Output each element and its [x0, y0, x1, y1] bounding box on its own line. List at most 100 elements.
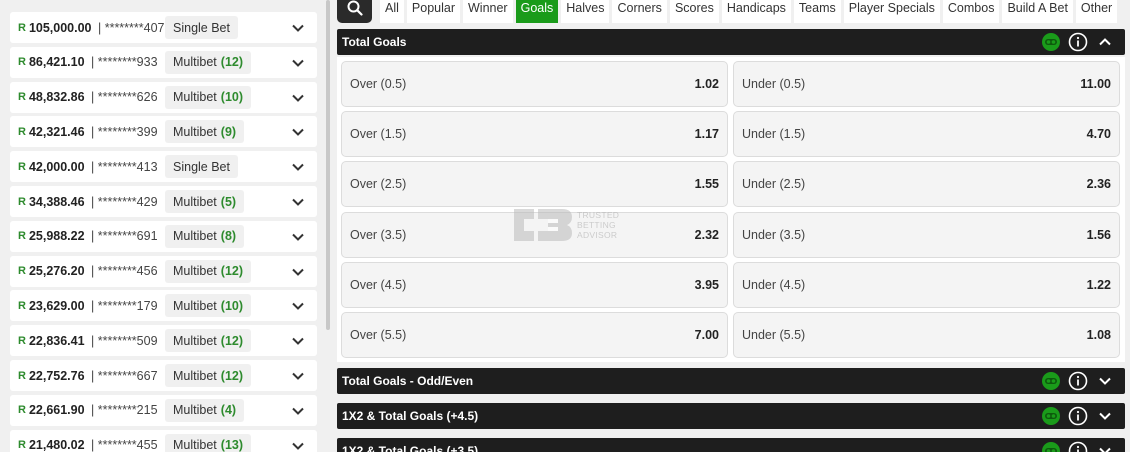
bet-leg-count: (10) — [220, 298, 244, 313]
chevron-down-icon[interactable] — [1095, 441, 1115, 452]
tab-goals[interactable]: Goals — [515, 0, 559, 23]
bet-row[interactable]: R 25,276.20 | ********456 Multibet (12) — [10, 255, 317, 287]
market-header-total-goals[interactable]: Total Goals — [337, 29, 1125, 55]
tab-combos[interactable]: Combos — [942, 0, 1000, 23]
bet-type-badge: Multibet (12) — [165, 259, 252, 283]
tab-scores[interactable]: Scores — [669, 0, 719, 23]
over-selection[interactable]: Over (4.5) 3.95 — [341, 261, 728, 308]
market-header-icons — [1034, 32, 1115, 52]
bet-leg-count: (4) — [220, 403, 237, 418]
under-selection[interactable]: Under (1.5) 4.70 — [733, 111, 1120, 158]
tab-teams[interactable]: Teams — [793, 0, 841, 23]
tab-handicaps[interactable]: Handicaps — [721, 0, 791, 23]
bet-row[interactable]: R 22,752.76 | ********667 Multibet (12) — [10, 360, 317, 391]
selection-label: Over (4.5) — [350, 277, 407, 292]
market-header-collapsed[interactable]: Total Goals - Odd/Even — [337, 368, 1125, 394]
bet-row[interactable]: R 42,000.00 | ********413 Single Bet — [10, 151, 317, 183]
under-selection[interactable]: Under (4.5) 1.22 — [733, 261, 1120, 308]
over-selection[interactable]: Over (5.5) 7.00 — [341, 312, 728, 358]
bet-account: | ********667 — [87, 368, 158, 383]
over-selection[interactable]: Over (1.5) 1.17 — [341, 111, 728, 158]
selection-odds: 4.70 — [1086, 127, 1111, 142]
bet-leg-count: (12) — [220, 264, 244, 279]
bet-row[interactable]: R 86,421.10 | ********933 Multibet (12) — [10, 46, 317, 78]
chevron-down-icon[interactable] — [291, 21, 305, 35]
bet-type-badge: Multibet (9) — [165, 120, 245, 144]
list-scrollbar[interactable] — [326, 0, 330, 330]
bet-account: | ********455 — [87, 438, 158, 452]
selection-odds: 1.08 — [1086, 328, 1111, 342]
bet-row[interactable]: R 34,388.46 | ********429 Multibet (5) — [10, 186, 317, 217]
chevron-down-icon[interactable] — [291, 369, 305, 383]
bet-type-badge: Single Bet — [165, 16, 238, 39]
over-selection[interactable]: Over (0.5) 1.02 — [341, 61, 728, 107]
tab-other[interactable]: Other — [1075, 0, 1118, 23]
tab-winner[interactable]: Winner — [463, 0, 513, 23]
bet-row[interactable]: R 22,661.90 | ********215 Multibet (4) — [10, 394, 317, 426]
bet-row[interactable]: R 25,988.22 | ********691 Multibet (8) — [10, 220, 317, 252]
over-selection[interactable]: Over (2.5) 1.55 — [341, 161, 728, 208]
chevron-down-icon[interactable] — [291, 334, 305, 348]
bet-row[interactable]: R 48,832.86 | ********626 Multibet (10) — [10, 81, 317, 113]
stats-icon[interactable] — [1041, 371, 1061, 391]
bet-row[interactable]: R 23,629.00 | ********179 Multibet (10) — [10, 290, 317, 322]
watermark-line-2: BETTING — [577, 220, 616, 230]
under-selection[interactable]: Under (5.5) 1.08 — [733, 312, 1120, 358]
bet-row[interactable]: R 21,480.02 | ********455 Multibet (13) — [10, 429, 317, 452]
market-title: 1X2 & Total Goals (+3.5) — [342, 444, 479, 452]
tab-all[interactable]: All — [380, 0, 404, 23]
currency-symbol: R — [18, 265, 26, 278]
bet-type-badge: Single Bet — [165, 155, 238, 179]
bet-account: | ********399 — [87, 124, 158, 139]
chevron-down-icon[interactable] — [291, 299, 305, 313]
bet-leg-count: (12) — [220, 368, 244, 383]
tab-popular[interactable]: Popular — [406, 0, 460, 23]
stats-icon[interactable] — [1041, 32, 1061, 52]
chevron-down-icon[interactable] — [1095, 406, 1115, 426]
bet-row[interactable]: R 42,321.46 | ********399 Multibet (9) — [10, 116, 317, 148]
bet-account: | ********413 — [87, 159, 158, 174]
chevron-down-icon[interactable] — [291, 265, 305, 279]
under-selection[interactable]: Under (3.5) 1.56 — [733, 211, 1120, 258]
info-icon[interactable] — [1068, 441, 1088, 452]
search-icon — [347, 0, 363, 16]
chevron-down-icon[interactable] — [291, 160, 305, 174]
search-button[interactable] — [337, 0, 372, 23]
bet-type-label: Multibet — [173, 368, 217, 383]
selection-label: Over (5.5) — [350, 328, 407, 342]
chevron-down-icon[interactable] — [291, 125, 305, 139]
stats-icon[interactable] — [1041, 441, 1061, 452]
stats-icon[interactable] — [1041, 406, 1061, 426]
market-header-collapsed[interactable]: 1X2 & Total Goals (+3.5) — [337, 438, 1125, 452]
chevron-down-icon[interactable] — [291, 56, 305, 70]
under-selection[interactable]: Under (0.5) 11.00 — [733, 61, 1120, 107]
info-icon[interactable] — [1068, 32, 1088, 52]
info-icon[interactable] — [1068, 406, 1088, 426]
currency-symbol: R — [18, 299, 26, 312]
chevron-down-icon[interactable] — [1095, 371, 1115, 391]
market-header-icons — [1034, 441, 1115, 452]
bet-amount: 25,988.22 — [28, 229, 85, 244]
bet-type-label: Multibet — [173, 229, 217, 244]
tab-player-specials[interactable]: Player Specials — [843, 0, 940, 23]
tab-halves[interactable]: Halves — [561, 0, 610, 23]
chevron-down-icon[interactable] — [291, 230, 305, 244]
tab-corners[interactable]: Corners — [612, 0, 667, 23]
chevron-up-icon[interactable] — [1095, 32, 1115, 52]
chevron-down-icon[interactable] — [291, 195, 305, 209]
chevron-down-icon[interactable] — [291, 91, 305, 105]
selection-label: Under (2.5) — [742, 177, 806, 192]
bet-row[interactable]: R 22,836.41 | ********509 Multibet (12) — [10, 325, 317, 357]
market-header-collapsed[interactable]: 1X2 & Total Goals (+4.5) — [337, 403, 1125, 429]
tab-build-a-bet[interactable]: Build A Bet — [1002, 0, 1073, 23]
info-icon[interactable] — [1068, 371, 1088, 391]
selection-label: Under (3.5) — [742, 227, 806, 242]
selection-label: Under (0.5) — [742, 77, 806, 91]
bet-amount: 22,752.76 — [28, 368, 85, 383]
bet-amount: 105,000.00 — [28, 20, 92, 35]
bet-row[interactable]: R 105,000.00 | ********407 Single Bet — [10, 12, 317, 43]
bet-type-label: Multibet — [173, 124, 217, 139]
chevron-down-icon[interactable] — [291, 404, 305, 418]
under-selection[interactable]: Under (2.5) 2.36 — [733, 161, 1120, 208]
chevron-down-icon[interactable] — [291, 439, 305, 452]
